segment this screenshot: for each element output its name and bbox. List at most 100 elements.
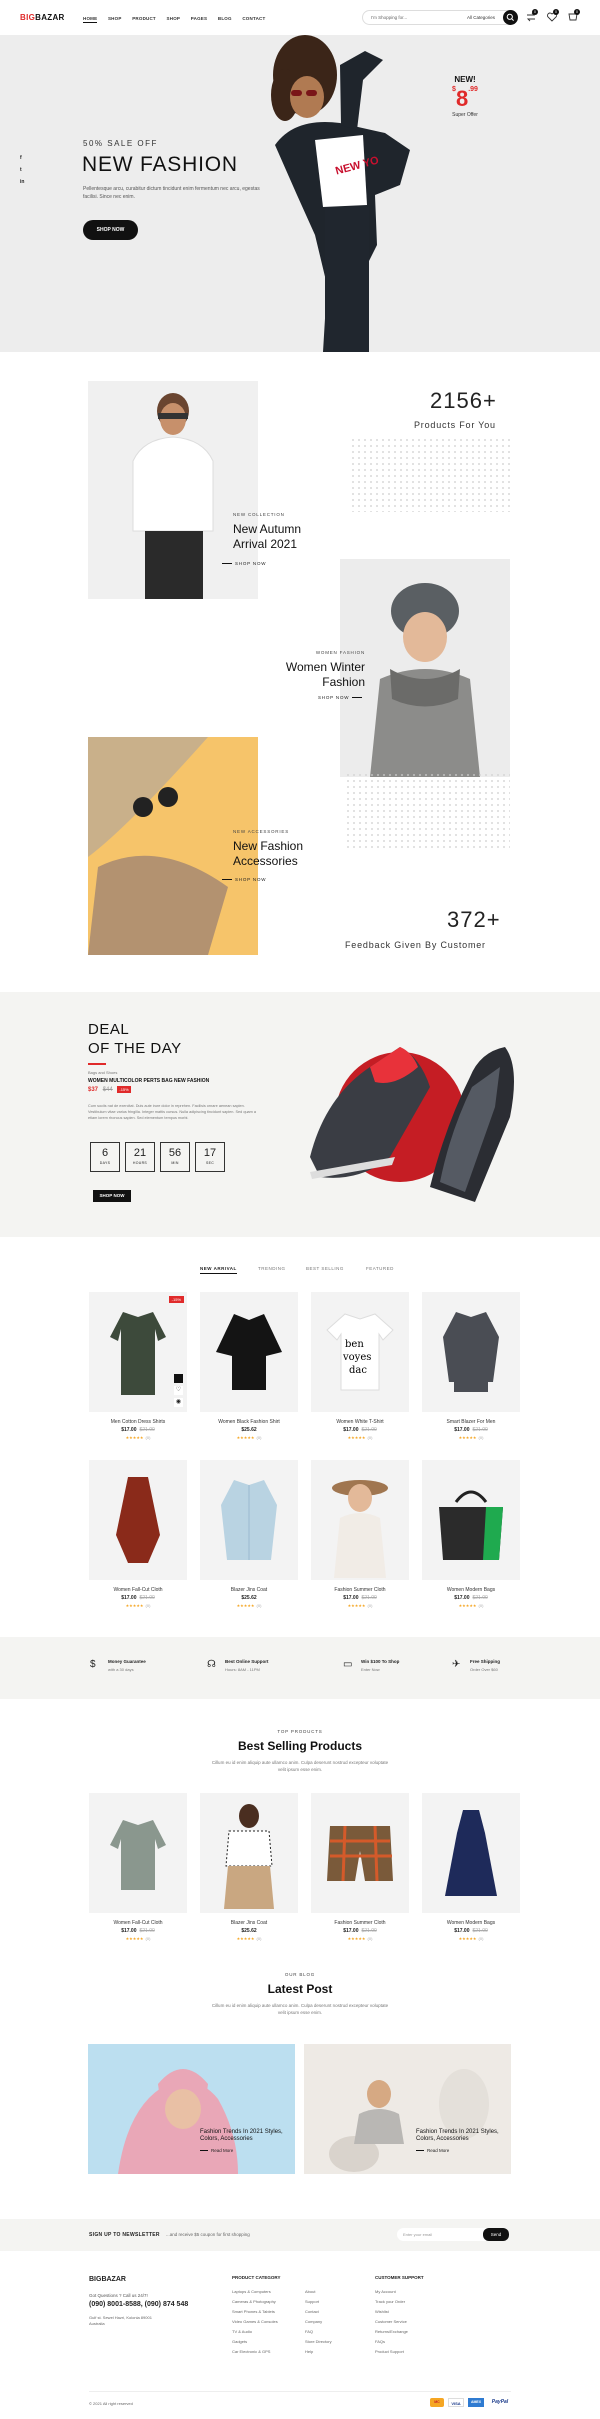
footer-link[interactable]: TV & Audio: [232, 2329, 278, 2334]
product-name[interactable]: Blazer Jins Coat: [200, 1920, 298, 1926]
collections-section: 2156+ Products For You NEW COLLECTION Ne…: [0, 352, 600, 992]
twitter-icon[interactable]: t: [20, 167, 26, 173]
footer-link[interactable]: Gadgets: [232, 2339, 278, 2344]
search-button[interactable]: [503, 10, 518, 25]
footer-link[interactable]: Laptops & Computers: [232, 2289, 278, 2294]
search-input[interactable]: I'm Shopping for...: [371, 15, 407, 20]
blog-read-more-link[interactable]: Read More: [416, 2148, 506, 2153]
nav-shop-2[interactable]: SHOP: [167, 16, 181, 21]
instagram-icon[interactable]: in: [20, 179, 26, 185]
c3-shop-line: [222, 879, 232, 881]
feature-sub: Hours: 8AM - 11PM: [225, 1667, 260, 1672]
product-name[interactable]: Blazer Jins Coat: [200, 1587, 298, 1593]
product-name[interactable]: Women White T-Shirt: [311, 1419, 409, 1425]
c1-shop-link[interactable]: SHOP NOW: [222, 561, 282, 566]
footer-link[interactable]: Car Electronic & GPS: [232, 2349, 278, 2354]
product-name[interactable]: Women Black Fashion Shirt: [200, 1419, 298, 1425]
heart-icon[interactable]: ♡: [174, 1386, 183, 1395]
rating-count: (0): [367, 1603, 373, 1608]
product-card[interactable]: ben voyes dac: [311, 1292, 409, 1412]
nav-pages[interactable]: PAGES: [191, 16, 207, 21]
product-card[interactable]: [422, 1793, 520, 1913]
product-name[interactable]: Men Cotton Dress Shirts: [89, 1419, 187, 1425]
rating: ★★★★★ (0): [200, 1435, 298, 1440]
best-selling-section: TOP PRODUCTS Best Selling Products Cillu…: [0, 1699, 600, 1969]
product-card[interactable]: [200, 1460, 298, 1580]
product-card[interactable]: [311, 1460, 409, 1580]
footer-link[interactable]: Company: [305, 2319, 332, 2324]
footer-link[interactable]: Smart Phones & Tablets: [232, 2309, 278, 2314]
footer-link[interactable]: Wishlist: [375, 2309, 408, 2314]
product-name[interactable]: Women Fall-Cut Cloth: [89, 1920, 187, 1926]
blog-post-card[interactable]: Fashion Trends In 2021 Styles, Colors, A…: [304, 2044, 511, 2174]
product-name[interactable]: Women Fall-Cut Cloth: [89, 1587, 187, 1593]
money-bag-icon: $: [90, 1659, 96, 1670]
product-card[interactable]: [200, 1292, 298, 1412]
category-select[interactable]: All Categories: [467, 15, 495, 20]
footer-link[interactable]: Store Directory: [305, 2339, 332, 2344]
footer-link[interactable]: Video Games & Consoles: [232, 2319, 278, 2324]
footer-link[interactable]: Support: [305, 2299, 332, 2304]
facebook-icon[interactable]: f: [20, 155, 26, 161]
product-price: $17.00 $21.00: [89, 1928, 187, 1934]
footer-link[interactable]: My Account: [375, 2289, 408, 2294]
product-card[interactable]: [89, 1460, 187, 1580]
c3-shop-link[interactable]: SHOP NOW: [222, 877, 282, 882]
tab-trending[interactable]: TRENDING: [258, 1266, 286, 1271]
newsletter-send-button[interactable]: Send: [483, 2228, 509, 2241]
product-name[interactable]: Women Modern Bags: [422, 1587, 520, 1593]
nav-shop[interactable]: SHOP: [108, 16, 122, 21]
cart-add-icon[interactable]: [174, 1374, 183, 1383]
features-strip: $ Money Guarantee with a 30 days ☊ Best …: [0, 1637, 600, 1699]
c3-shop-label: SHOP NOW: [235, 877, 267, 882]
nav-blog[interactable]: BLOG: [218, 16, 232, 21]
price-old: $21.00: [361, 1427, 377, 1433]
product-card[interactable]: [200, 1793, 298, 1913]
countdown-seconds-unit: SEC: [205, 1161, 215, 1165]
cart-icon[interactable]: 0: [567, 9, 580, 23]
nav-contact[interactable]: CONTACT: [242, 16, 265, 21]
product-card[interactable]: [422, 1292, 520, 1412]
product-card[interactable]: [89, 1793, 187, 1913]
footer-link[interactable]: About: [305, 2289, 332, 2294]
price-old: $21.00: [361, 1928, 377, 1934]
footer-link[interactable]: Returns/Exchange: [375, 2329, 408, 2334]
footer-link[interactable]: Product Support: [375, 2349, 408, 2354]
tab-featured[interactable]: FEATURED: [366, 1266, 394, 1271]
footer-link[interactable]: Help: [305, 2349, 332, 2354]
blog-post-card[interactable]: Fashion Trends In 2021 Styles, Colors, A…: [88, 2044, 295, 2174]
footer-link[interactable]: FAQ: [305, 2329, 332, 2334]
blog-read-more-link[interactable]: Read More: [200, 2148, 290, 2153]
product-name[interactable]: Fashion Summer Cloth: [311, 1587, 409, 1593]
tab-new-arrival[interactable]: NEW ARRIVAL: [200, 1266, 237, 1274]
product-price: $17.00 $21.00: [311, 1595, 409, 1601]
product-card[interactable]: [311, 1793, 409, 1913]
product-card[interactable]: [422, 1460, 520, 1580]
product-name[interactable]: Smart Blazer For Men: [422, 1419, 520, 1425]
logo[interactable]: BIGBAZAR: [20, 13, 65, 22]
footer-link[interactable]: Contact: [305, 2309, 332, 2314]
footer-link[interactable]: FAQs: [375, 2339, 408, 2344]
c2-shop-link[interactable]: SHOP NOW: [318, 695, 378, 700]
deal-shop-now-button[interactable]: SHOP NOW: [93, 1190, 131, 1202]
footer-link[interactable]: Customer Service: [375, 2319, 408, 2324]
wishlist-icon[interactable]: 0: [546, 9, 559, 23]
footer-col3-title: CUSTOMER SUPPORT: [375, 2275, 424, 2280]
newsletter-email-input[interactable]: Enter your email: [403, 2232, 432, 2237]
footer-link[interactable]: Cameras & Photography: [232, 2299, 278, 2304]
nav-product[interactable]: PRODUCT: [132, 16, 156, 21]
read-more-line: [416, 2150, 424, 2152]
tab-best-selling[interactable]: BEST SELLING: [306, 1266, 344, 1271]
search-bar: I'm Shopping for... All Categories: [362, 10, 518, 25]
hero-shop-now-button[interactable]: SHOP NOW: [83, 220, 138, 240]
feature-title: Money Guarantee: [108, 1659, 146, 1664]
nav-home[interactable]: HOME: [83, 16, 98, 23]
eye-icon[interactable]: ◉: [174, 1398, 183, 1407]
deal-product-name[interactable]: WOMEN MULTICOLOR PERTS BAG NEW FASHION: [88, 1078, 209, 1084]
footer-link[interactable]: Track your Order: [375, 2299, 408, 2304]
product-name[interactable]: Women Modern Bags: [422, 1920, 520, 1926]
product-name[interactable]: Fashion Summer Cloth: [311, 1920, 409, 1926]
product-card[interactable]: -15% ♡ ◉: [89, 1292, 187, 1412]
compare-icon[interactable]: 0: [525, 9, 538, 23]
footer-logo[interactable]: BIGBAZAR: [89, 2276, 126, 2283]
